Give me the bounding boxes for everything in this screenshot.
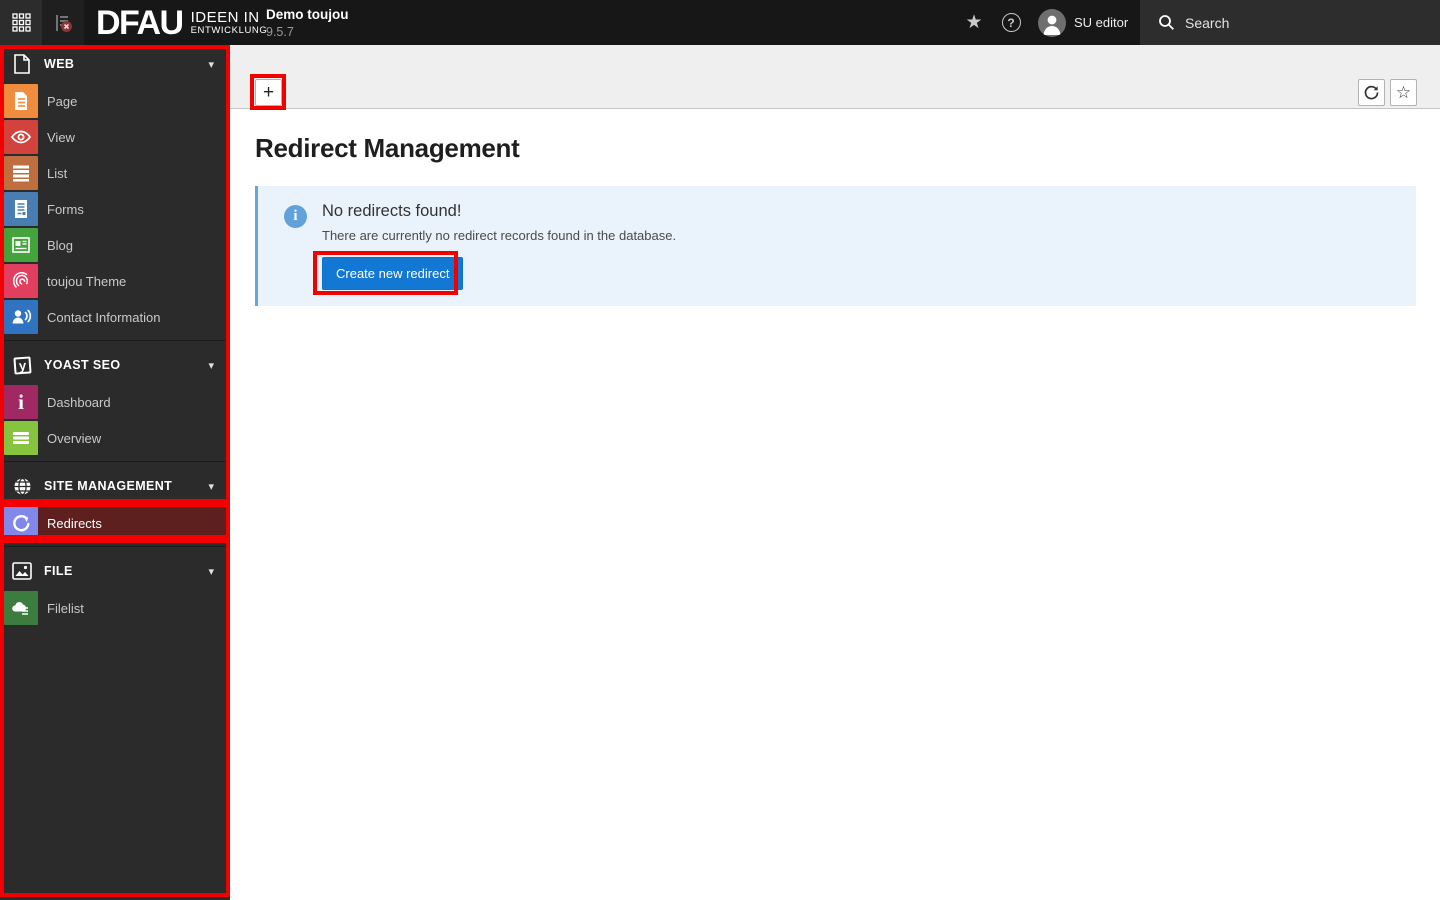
chevron-down-icon: ▾ bbox=[208, 58, 214, 71]
forms-icon bbox=[4, 192, 38, 226]
sidebar-item-blog[interactable]: Blog bbox=[0, 227, 230, 263]
sidebar-item-view[interactable]: View bbox=[0, 119, 230, 155]
info-callout: i No redirects found! There are currentl… bbox=[255, 186, 1416, 306]
bookmarks-button[interactable]: ★ bbox=[960, 0, 988, 45]
chevron-down-icon: ▾ bbox=[208, 565, 214, 578]
search-icon bbox=[1159, 15, 1174, 30]
open-documents-icon bbox=[52, 12, 74, 34]
sidebar-item-filelist[interactable]: Filelist bbox=[0, 590, 230, 626]
help-icon: ? bbox=[1001, 13, 1021, 32]
typo3-version: 9.5.7 bbox=[266, 25, 294, 40]
sidebar-item-label: Dashboard bbox=[47, 394, 111, 410]
brand-logo: DFAU IDEEN IN ENTWICKLUNG bbox=[96, 0, 267, 45]
callout-message: There are currently no redirect records … bbox=[322, 228, 677, 243]
user-menu-button[interactable]: SU editor bbox=[1030, 0, 1140, 45]
sidebar-item-redirects[interactable]: Redirects bbox=[0, 505, 230, 541]
user-name: SU editor bbox=[1074, 15, 1129, 30]
sidebar-item-label: Page bbox=[47, 93, 78, 109]
bookmark-button[interactable]: ☆ bbox=[1390, 79, 1417, 106]
section-label: YOAST SEO bbox=[44, 358, 121, 372]
callout-title: No redirects found! bbox=[322, 202, 462, 220]
section-label: WEB bbox=[44, 57, 75, 71]
fingerprint-icon bbox=[4, 264, 38, 298]
sidebar-item-label: Redirects bbox=[47, 515, 102, 531]
grid-icon bbox=[11, 13, 31, 32]
section-divider bbox=[0, 546, 230, 547]
sidebar-item-contact-information[interactable]: Contact Information bbox=[0, 299, 230, 335]
sidebar-section-yoast-seo[interactable]: y YOAST SEO ▾ bbox=[0, 346, 230, 384]
sidebar-section-site-management[interactable]: SITE MANAGEMENT ▾ bbox=[0, 467, 230, 505]
sidebar-item-label: Forms bbox=[47, 201, 84, 217]
sidebar-item-label: Contact Information bbox=[47, 309, 161, 325]
contact-icon bbox=[4, 300, 38, 334]
redirect-icon bbox=[4, 506, 38, 540]
module-menu: WEB ▾ Page View List Forms Blog toujou T… bbox=[0, 45, 230, 900]
section-divider bbox=[0, 340, 230, 341]
reload-button[interactable] bbox=[1358, 79, 1385, 106]
star-outline-icon: ☆ bbox=[1395, 82, 1412, 102]
sidebar-item-label: View bbox=[47, 129, 75, 145]
blog-icon bbox=[4, 228, 38, 262]
eye-icon bbox=[4, 120, 38, 154]
content-area: + ☆ Redirect Management i No redirects f… bbox=[230, 45, 1440, 900]
plus-icon: + bbox=[262, 82, 275, 103]
refresh-icon bbox=[1364, 85, 1379, 100]
section-label: SITE MANAGEMENT bbox=[44, 479, 173, 493]
page-title: Redirect Management bbox=[255, 133, 520, 163]
menu-bars-icon bbox=[4, 421, 38, 455]
yoast-icon: y bbox=[0, 355, 44, 375]
page-icon bbox=[4, 84, 38, 118]
section-label: FILE bbox=[44, 564, 73, 578]
docheader: + ☆ bbox=[230, 45, 1440, 109]
topbar: DFAU IDEEN IN ENTWICKLUNG Demo toujou 9.… bbox=[0, 0, 1440, 45]
live-search-button[interactable]: Search bbox=[1140, 0, 1440, 45]
info-circle-icon: i bbox=[284, 205, 307, 228]
site-name: Demo toujou bbox=[266, 7, 349, 22]
sidebar-item-label: Blog bbox=[47, 237, 74, 253]
section-divider bbox=[0, 461, 230, 462]
sidebar-item-toujou-theme[interactable]: toujou Theme bbox=[0, 263, 230, 299]
chevron-down-icon: ▾ bbox=[208, 359, 214, 372]
sidebar-item-forms[interactable]: Forms bbox=[0, 191, 230, 227]
search-label: Search bbox=[1185, 14, 1230, 31]
list-icon bbox=[4, 156, 38, 190]
sidebar-item-label: Overview bbox=[47, 430, 102, 446]
module-menu-toggle-button[interactable] bbox=[0, 0, 42, 45]
sidebar-item-label: toujou Theme bbox=[47, 273, 127, 289]
sidebar-item-dashboard[interactable]: i Dashboard bbox=[0, 384, 230, 420]
filelist-icon bbox=[4, 591, 38, 625]
sidebar-item-page[interactable]: Page bbox=[0, 83, 230, 119]
open-documents-button[interactable] bbox=[42, 0, 84, 45]
sidebar-item-label: List bbox=[47, 165, 68, 181]
sidebar-item-overview[interactable]: Overview bbox=[0, 420, 230, 456]
avatar bbox=[1038, 8, 1066, 37]
web-icon bbox=[0, 54, 44, 74]
globe-icon bbox=[0, 477, 44, 496]
create-new-redirect-button[interactable]: Create new redirect bbox=[322, 257, 464, 290]
sidebar-section-web[interactable]: WEB ▾ bbox=[0, 45, 230, 83]
chevron-down-icon: ▾ bbox=[208, 480, 214, 493]
image-icon bbox=[0, 562, 44, 580]
sidebar-item-label: Filelist bbox=[47, 600, 84, 616]
info-icon: i bbox=[4, 385, 38, 419]
sidebar-section-file[interactable]: FILE ▾ bbox=[0, 552, 230, 590]
sidebar-item-list[interactable]: List bbox=[0, 155, 230, 191]
site-info: Demo toujou 9.5.7 bbox=[266, 7, 349, 40]
logo-text: DFAU bbox=[96, 3, 184, 42]
help-button[interactable]: ? bbox=[997, 0, 1025, 45]
star-icon: ★ bbox=[965, 12, 983, 33]
add-redirect-button[interactable]: + bbox=[255, 79, 282, 106]
logo-tagline: IDEEN IN ENTWICKLUNG bbox=[190, 8, 268, 36]
